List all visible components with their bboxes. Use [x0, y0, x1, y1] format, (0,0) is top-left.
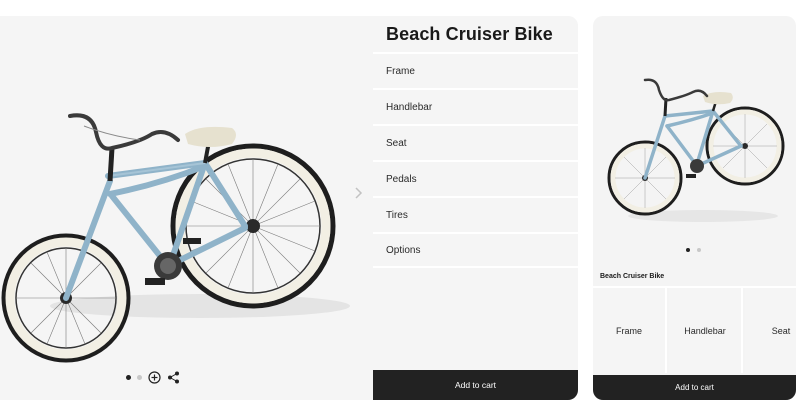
mobile-3d-viewer[interactable]	[593, 16, 796, 266]
zoom-in-icon[interactable]	[148, 370, 161, 384]
tile-label: Frame	[615, 325, 642, 336]
add-to-cart-button[interactable]: Add to cart	[373, 370, 578, 400]
option-frame[interactable]: Frame	[373, 52, 578, 88]
share-icon[interactable]	[167, 371, 180, 384]
carousel-dot[interactable]	[697, 248, 701, 252]
option-list: Frame Handlebar Seat Pedals Tires Option…	[373, 52, 578, 268]
mobile-product-card: Beach Cruiser Bike Frame Handlebar Seat …	[593, 16, 796, 400]
option-label: Seat	[386, 137, 407, 149]
option-handlebar[interactable]: Handlebar	[373, 88, 578, 124]
tile-seat[interactable]: Seat	[745, 288, 796, 373]
option-label: Frame	[386, 65, 415, 77]
mobile-option-tiles: Frame Handlebar Seat	[593, 286, 796, 373]
carousel-dot-active[interactable]	[686, 248, 690, 252]
bike-image	[1, 113, 350, 363]
product-title: Beach Cruiser Bike	[386, 24, 553, 44]
carousel-dot-active[interactable]	[126, 374, 131, 380]
option-label: Pedals	[386, 173, 417, 185]
tile-label: Seat	[771, 325, 791, 336]
option-tires[interactable]: Tires	[373, 196, 578, 232]
tile-label: Handlebar	[684, 325, 726, 336]
carousel-dot[interactable]	[137, 374, 142, 380]
mobile-add-to-cart-button[interactable]: Add to cart	[593, 375, 796, 400]
viewer-controls	[126, 370, 180, 384]
desktop-product-card: Beach Cruiser Bike Frame Handlebar Seat …	[0, 16, 578, 400]
option-label: Tires	[386, 209, 408, 221]
tile-frame[interactable]: Frame	[593, 288, 667, 373]
option-options[interactable]: Options	[373, 232, 578, 268]
product-3d-viewer[interactable]	[0, 16, 373, 400]
mobile-carousel-dots	[686, 248, 701, 252]
option-pedals[interactable]: Pedals	[373, 160, 578, 196]
configurator-panel: Beach Cruiser Bike Frame Handlebar Seat …	[373, 16, 578, 400]
chevron-right-icon[interactable]	[351, 183, 365, 203]
tile-handlebar[interactable]: Handlebar	[669, 288, 743, 373]
option-seat[interactable]: Seat	[373, 124, 578, 160]
option-label: Handlebar	[386, 101, 433, 113]
option-label: Options	[386, 244, 421, 256]
mobile-product-title: Beach Cruiser Bike	[600, 273, 665, 280]
bike-image	[607, 78, 785, 222]
